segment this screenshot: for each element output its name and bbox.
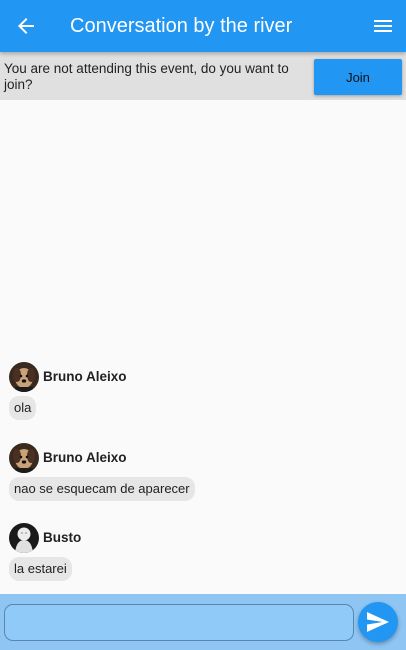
send-button[interactable] [358,602,398,642]
attendance-banner: You are not attending this event, do you… [0,52,406,100]
message-bubble: ola [9,396,37,420]
app-bar: Conversation by the river [0,0,406,52]
message-item: Bruno Aleixo nao se esquecam de aparecer [9,443,389,501]
dog-avatar-icon [9,362,39,392]
arrow-back-icon[interactable] [14,14,38,38]
message-sender: Busto [9,523,389,553]
bust-avatar-icon [9,523,39,553]
join-button[interactable]: Join [314,59,402,95]
message-bubble: la estarei [9,557,72,581]
sender-name: Bruno Aleixo [43,450,127,465]
sender-name: Busto [43,530,82,545]
message-bubble: nao se esquecam de aparecer [9,477,195,501]
message-sender: Bruno Aleixo [9,443,389,473]
message-item: Busto la estarei [9,523,389,581]
dog-avatar-icon [9,443,39,473]
send-icon [367,612,389,632]
attendance-message: You are not attending this event, do you… [4,61,289,92]
message-sender: Bruno Aleixo [9,362,389,392]
message-item: Bruno Aleixo ola [9,362,389,420]
hamburger-menu-icon[interactable] [371,14,395,38]
message-input[interactable] [4,604,354,641]
chat-messages[interactable]: Bruno Aleixo ola Bruno Aleixo nao se esq… [0,100,406,594]
sender-name: Bruno Aleixo [43,369,127,384]
page-title: Conversation by the river [70,15,293,37]
message-composer [0,594,406,650]
